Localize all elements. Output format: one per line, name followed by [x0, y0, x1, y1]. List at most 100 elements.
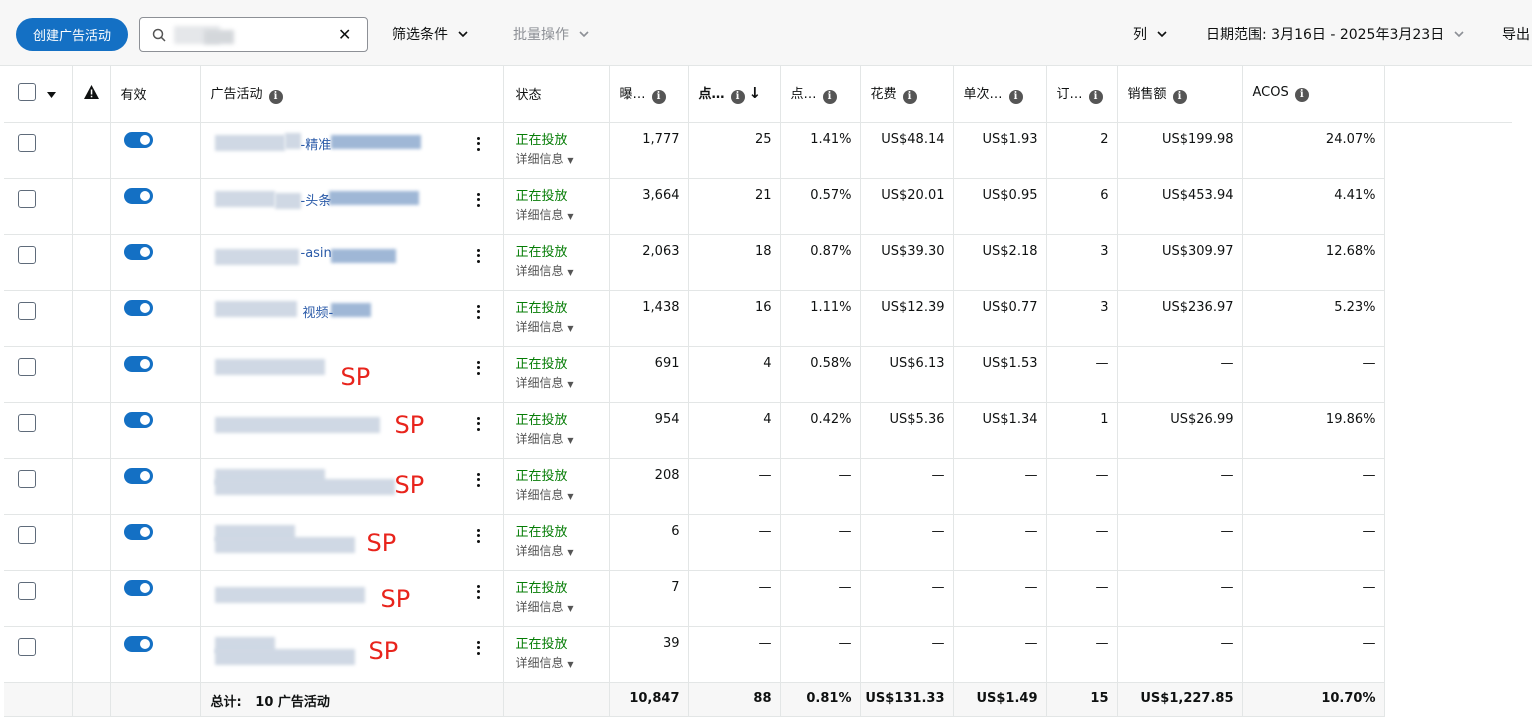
campaign-name-link[interactable]: 视频- [303, 302, 334, 321]
campaign-name-cell[interactable]: SP [200, 458, 504, 515]
impressions-cell: 954 [609, 402, 689, 459]
details-toggle[interactable]: 详细信息 ▼ [516, 488, 609, 504]
row-checkbox[interactable] [18, 469, 36, 488]
campaign-name-link[interactable]: -asin [301, 246, 332, 261]
select-all-checkbox[interactable] [18, 82, 36, 101]
row-checkbox[interactable] [18, 525, 36, 544]
row-select-cell[interactable] [4, 178, 73, 235]
row-checkbox[interactable] [18, 413, 36, 432]
active-toggle[interactable] [123, 579, 153, 596]
campaign-name-cell[interactable]: SP [200, 626, 504, 683]
campaign-name-cell[interactable]: SP [200, 402, 504, 459]
sort-descending-icon[interactable]: ↓ [749, 84, 762, 102]
more-actions-icon[interactable] [476, 472, 481, 489]
columns-dropdown[interactable]: 列 [1133, 24, 1167, 44]
campaign-name-cell[interactable]: 视频- [200, 290, 504, 347]
more-actions-icon[interactable] [476, 192, 481, 209]
info-icon[interactable]: i [822, 90, 837, 105]
campaign-name-cell[interactable]: -asin [200, 234, 504, 291]
more-actions-icon[interactable] [476, 528, 481, 545]
status-cell: 正在投放 详细信息 ▼ [503, 570, 610, 627]
row-checkbox[interactable] [18, 133, 36, 152]
campaign-name-cell[interactable]: -精准 [200, 122, 504, 179]
col-clicks[interactable]: 点… i ↓ [688, 66, 781, 123]
campaign-name-cell[interactable]: -头条 [200, 178, 504, 235]
col-sales[interactable]: 销售额 i [1117, 66, 1243, 123]
details-toggle[interactable]: 详细信息 ▼ [516, 264, 609, 280]
more-actions-icon[interactable] [476, 360, 481, 377]
caret-down-icon[interactable] [47, 91, 57, 98]
details-toggle[interactable]: 详细信息 ▼ [516, 600, 609, 616]
row-select-cell[interactable] [4, 122, 73, 179]
campaign-name-cell[interactable]: SP [200, 346, 504, 403]
row-select-cell[interactable] [4, 234, 73, 291]
row-select-cell[interactable] [4, 626, 73, 683]
details-toggle[interactable]: 详细信息 ▼ [516, 376, 609, 392]
info-icon[interactable]: i [1172, 90, 1187, 105]
active-toggle[interactable] [123, 635, 153, 652]
filter-dropdown[interactable]: 筛选条件 [392, 24, 468, 44]
row-select-cell[interactable] [4, 290, 73, 347]
row-checkbox[interactable] [18, 357, 36, 376]
row-checkbox[interactable] [18, 245, 36, 264]
campaign-name-link[interactable]: -精准 [301, 134, 332, 153]
more-actions-icon[interactable] [476, 640, 481, 657]
row-select-cell[interactable] [4, 570, 73, 627]
info-icon[interactable]: i [651, 90, 666, 105]
more-actions-icon[interactable] [476, 416, 481, 433]
campaign-name-cell[interactable]: SP [200, 570, 504, 627]
active-toggle[interactable] [123, 467, 153, 484]
row-checkbox[interactable] [18, 581, 36, 600]
search-input[interactable]: ✕ [139, 17, 368, 52]
row-checkbox[interactable] [18, 301, 36, 320]
more-actions-icon[interactable] [476, 304, 481, 321]
col-spend[interactable]: 花费 i [860, 66, 954, 123]
create-campaign-button[interactable]: 创建广告活动 [16, 18, 128, 51]
col-cpc[interactable]: 单次… i [953, 66, 1047, 123]
sales-cell: — [1117, 514, 1243, 571]
col-ctr[interactable]: 点… i [780, 66, 861, 123]
info-icon[interactable]: i [730, 90, 745, 105]
details-toggle[interactable]: 详细信息 ▼ [516, 208, 609, 224]
col-campaign[interactable]: 广告活动 i [200, 66, 504, 123]
more-actions-icon[interactable] [476, 248, 481, 265]
more-actions-icon[interactable] [476, 136, 481, 153]
row-select-cell[interactable] [4, 402, 73, 459]
active-toggle[interactable] [123, 299, 153, 316]
row-select-cell[interactable] [4, 346, 73, 403]
details-label: 详细信息 [515, 263, 564, 278]
active-toggle[interactable] [123, 187, 153, 204]
active-toggle[interactable] [123, 523, 153, 540]
campaign-name-link[interactable]: -头条 [301, 190, 332, 209]
details-toggle[interactable]: 详细信息 ▼ [516, 432, 609, 448]
table-row: -头条 正在投放 详细信息 ▼ 3,664 21 0.57% US$20.01 US$0… [4, 178, 1512, 235]
details-toggle[interactable]: 详细信息 ▼ [516, 152, 609, 168]
col-acos[interactable]: ACOS i [1242, 66, 1385, 123]
info-icon[interactable]: i [1294, 88, 1309, 103]
active-toggle[interactable] [123, 243, 153, 260]
row-select-cell[interactable] [4, 514, 73, 571]
bulk-actions-dropdown[interactable]: 批量操作 [513, 24, 589, 44]
info-icon[interactable]: i [1008, 90, 1023, 105]
active-toggle[interactable] [123, 355, 153, 372]
clear-icon[interactable]: ✕ [338, 25, 351, 44]
campaign-name-cell[interactable]: SP [200, 514, 504, 571]
export-button[interactable]: 导出 [1502, 24, 1530, 44]
row-checkbox[interactable] [18, 189, 36, 208]
acos-cell: 12.68% [1242, 234, 1385, 291]
active-toggle[interactable] [123, 411, 153, 428]
details-toggle[interactable]: 详细信息 ▼ [516, 656, 609, 672]
info-icon[interactable]: i [902, 90, 917, 105]
row-checkbox[interactable] [18, 637, 36, 656]
row-select-cell[interactable] [4, 458, 73, 515]
more-actions-icon[interactable] [476, 584, 481, 601]
date-range-dropdown[interactable]: 日期范围: 3月16日 - 2025年3月23日 [1206, 24, 1464, 44]
info-icon[interactable]: i [1088, 90, 1103, 105]
active-toggle[interactable] [123, 131, 153, 148]
col-orders[interactable]: 订… i [1046, 66, 1118, 123]
info-icon[interactable]: i [268, 90, 283, 105]
select-all-header[interactable] [4, 66, 73, 123]
col-impressions[interactable]: 曝… i [609, 66, 689, 123]
details-toggle[interactable]: 详细信息 ▼ [516, 544, 609, 560]
details-toggle[interactable]: 详细信息 ▼ [516, 320, 609, 336]
